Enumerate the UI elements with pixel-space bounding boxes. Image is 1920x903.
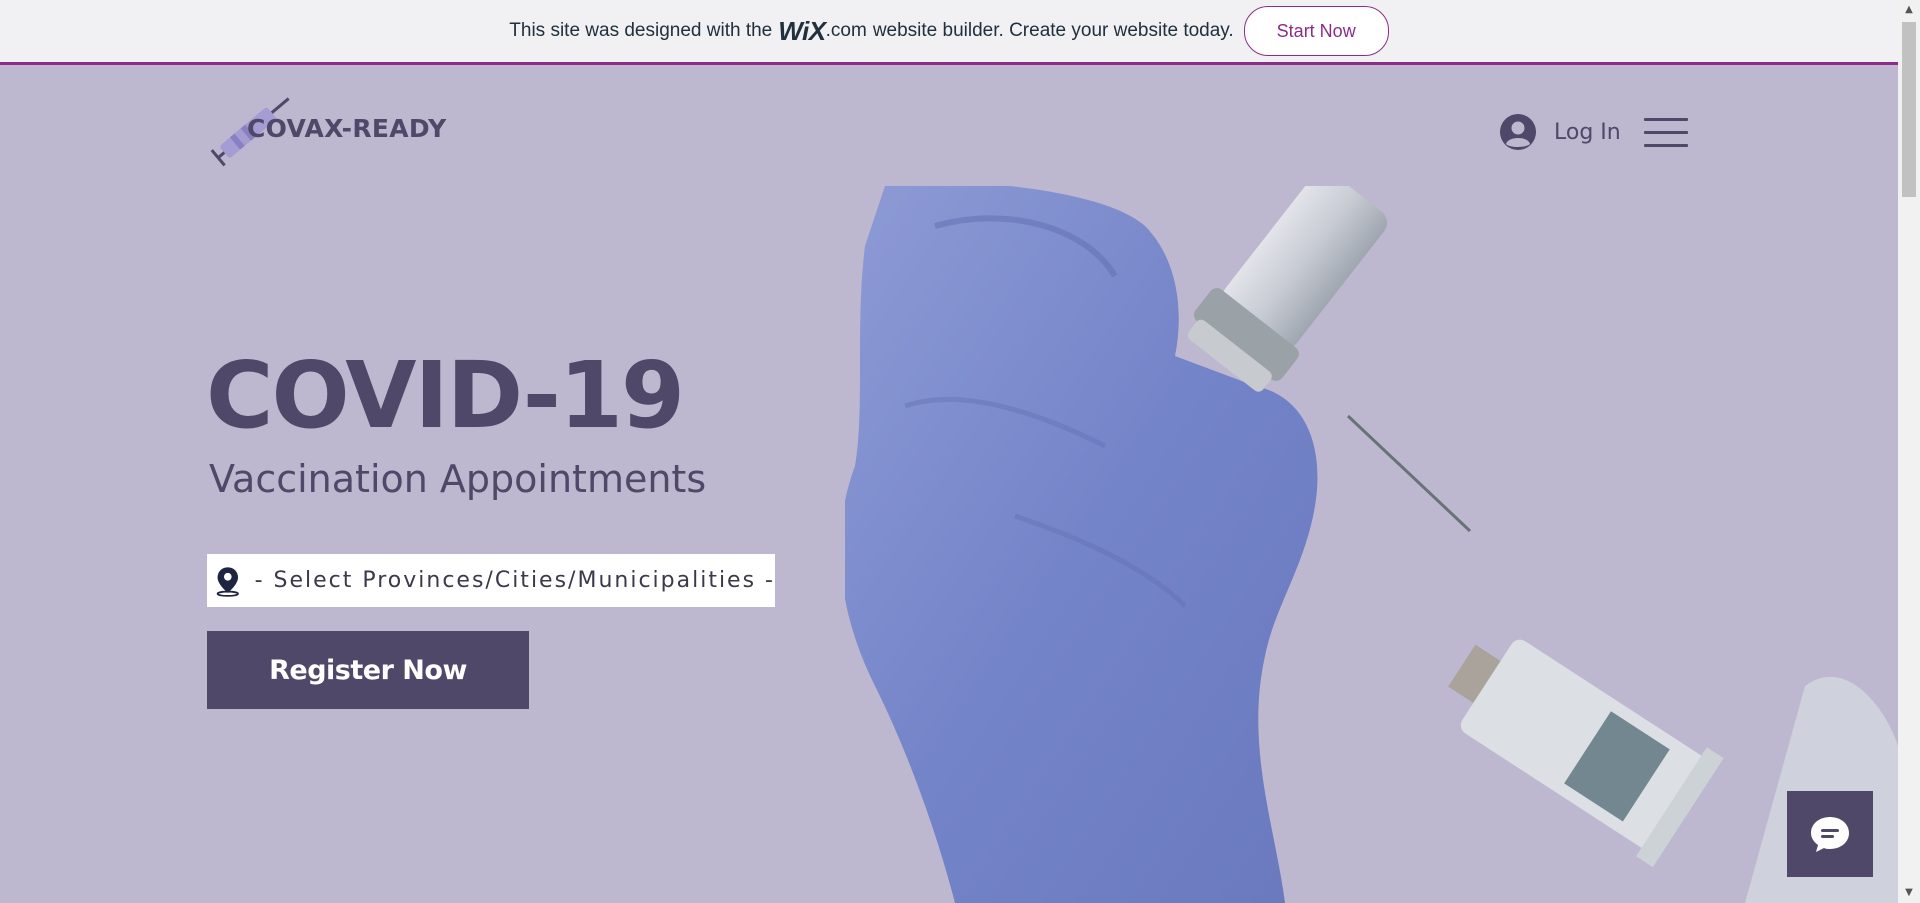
start-now-button[interactable]: Start Now [1243,6,1389,56]
location-pin-icon [216,566,239,597]
wix-promo-banner: This site was designed with the WiX .com … [0,0,1898,65]
location-select[interactable]: - Select Provinces/Cities/Municipalities… [207,554,775,607]
chat-bubble-icon [1811,817,1849,852]
scroll-up-arrow-icon[interactable]: ▲ [1898,0,1920,20]
scroll-thumb[interactable] [1902,22,1916,197]
user-avatar-icon [1500,114,1536,150]
wix-com-text: .com [825,20,867,41]
hamburger-menu-icon[interactable] [1644,118,1688,148]
banner-text-after: website builder. Create your website tod… [872,20,1234,41]
hero-vaccine-image [845,186,1898,903]
page-scrollbar[interactable]: ▲ ▼ [1898,0,1920,903]
location-placeholder[interactable]: - Select Provinces/Cities/Municipalities… [255,568,775,593]
scroll-down-arrow-icon[interactable]: ▼ [1898,883,1920,903]
wix-banner-text: This site was designed with the WiX .com … [509,16,1233,47]
login-button[interactable]: Log In [1500,114,1621,150]
logo-text[interactable]: COVAX-READY [247,114,447,143]
register-now-button[interactable]: Register Now [207,631,529,709]
wix-logo: WiX [778,15,826,46]
hero-title: COVID-19 [206,342,685,449]
hero-subtitle: Vaccination Appointments [209,457,707,501]
site-logo[interactable]: COVAX-READY [207,88,457,168]
banner-text-before: This site was designed with the [509,20,773,41]
chat-button[interactable] [1787,791,1873,877]
login-label[interactable]: Log In [1554,120,1621,145]
